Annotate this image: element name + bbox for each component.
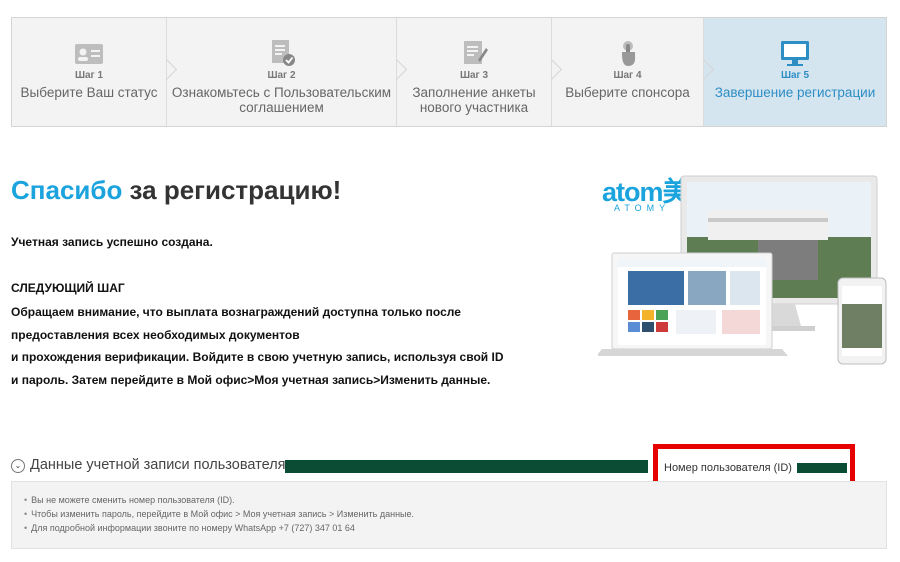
- step-3: Шаг 3 Заполнение анкеты нового участника: [396, 18, 563, 126]
- note-item: Чтобы изменить пароль, перейдите в Мой о…: [24, 507, 886, 521]
- step-number: Шаг 4: [613, 70, 642, 81]
- step-number: Шаг 5: [780, 70, 810, 81]
- note-item: Вы не можете сменить номер пользователя …: [24, 493, 886, 507]
- registration-steps: Шаг 1 Выберите Ваш статус Шаг 2 Ознакомь…: [11, 17, 887, 127]
- step-2: Шаг 2 Ознакомьтесь с Пользовательским со…: [166, 18, 408, 126]
- form-pen-icon: [464, 41, 488, 64]
- page-title: Спасибо за регистрацию!: [11, 175, 341, 206]
- step-4: Шаг 4 Выберите спонсора: [551, 18, 715, 126]
- next-step-line: предоставления всех необходимых документ…: [11, 327, 300, 342]
- pointer-hand-icon: [621, 41, 635, 66]
- note-item: Для подробной информации звоните по номе…: [24, 521, 886, 535]
- monitor-icon: [781, 41, 809, 66]
- user-id-label: Номер пользователя (ID): [664, 462, 792, 474]
- account-info-value-redacted: [285, 460, 648, 473]
- atomy-promo-image: atom美 ATOMY: [598, 170, 888, 370]
- document-check-icon: [271, 40, 295, 66]
- step-label: Выберите Ваш статус: [20, 85, 158, 100]
- account-notes: Вы не можете сменить номер пользователя …: [11, 481, 887, 549]
- user-id-value-redacted: [797, 463, 847, 473]
- step-label: Выберите спонсора: [565, 85, 690, 100]
- account-info-label: Данные учетной записи пользователя: [30, 457, 286, 473]
- next-step-body: Обращаем внимание, что выплата вознаграж…: [11, 301, 571, 391]
- devices-illustration: [598, 175, 887, 365]
- title-highlight: Спасибо: [11, 175, 123, 205]
- account-info-row: ⌄ Данные учетной записи пользователя Ном…: [11, 444, 887, 490]
- next-step-line: и прохождения верификации. Войдите в сво…: [11, 350, 504, 364]
- step-number: Шаг 2: [267, 70, 296, 81]
- step-label: Завершение регистрации: [714, 85, 876, 100]
- expand-toggle-icon[interactable]: ⌄: [11, 459, 25, 473]
- id-card-icon: [75, 44, 103, 64]
- step-label: Заполнение анкеты нового участника: [412, 85, 536, 115]
- step-number: Шаг 1: [74, 70, 104, 81]
- next-step-title: СЛЕДУЮЩИЙ ШАГ: [11, 281, 125, 295]
- next-step-line: и пароль. Затем перейдите в Мой офис>Моя…: [11, 372, 491, 387]
- step-5: Шаг 5 Завершение регистрации: [703, 18, 886, 126]
- step-label: Ознакомьтесь с Пользовательским соглашен…: [171, 85, 392, 115]
- title-rest: за регистрацию!: [122, 175, 342, 205]
- step-1: Шаг 1 Выберите Ваш статус: [12, 18, 178, 126]
- next-step-line: Обращаем внимание, что выплата вознаграж…: [11, 305, 461, 319]
- account-created-text: Учетная запись успешно создана.: [11, 235, 213, 249]
- step-number: Шаг 3: [459, 70, 489, 81]
